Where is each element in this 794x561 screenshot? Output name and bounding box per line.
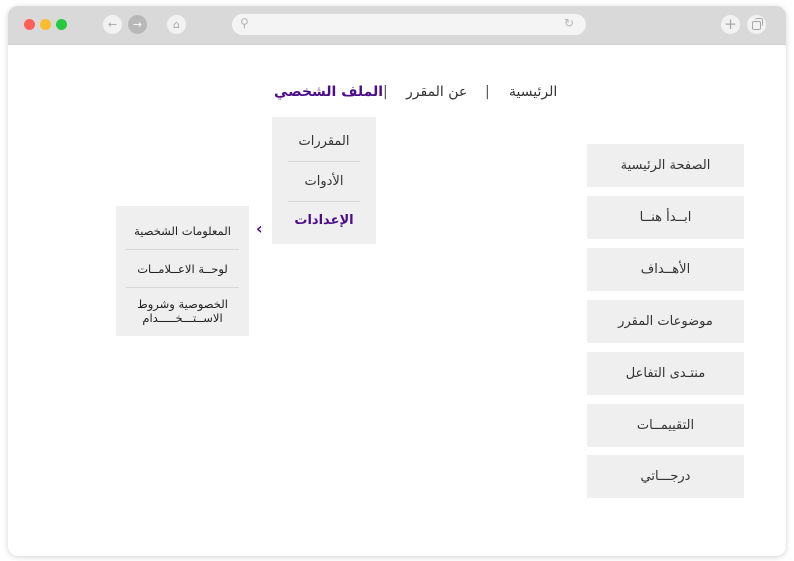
top-navigation: الرئيسية | عن المقرر | الملف الشخصي — [8, 84, 786, 108]
dropdown-item-courses[interactable]: المقررات — [288, 134, 360, 149]
submenu-item-notifications[interactable]: لوحــة الاعــلامــات — [122, 262, 243, 276]
chevron-left-icon: ‹ — [256, 219, 263, 238]
browser-window: ← → ⌂ ⚲ ↻ + الرئيسية | عن المقرر | الملف… — [8, 6, 786, 556]
sidebar-item-assessments[interactable]: التقييمــات — [587, 404, 744, 447]
tabs-icon[interactable] — [747, 15, 766, 34]
search-icon: ⚲ — [240, 16, 249, 30]
nav-separator: | — [383, 84, 388, 100]
nav-separator: | — [485, 84, 490, 100]
settings-submenu: المعلومات الشخصية لوحــة الاعــلامــات ا… — [116, 206, 249, 336]
arrow-left-icon[interactable]: ← — [103, 15, 122, 34]
dropdown-item-settings[interactable]: الإعدادات — [288, 213, 360, 228]
close-window-button[interactable] — [24, 19, 35, 30]
nav-about-course-link[interactable]: عن المقرر — [406, 84, 467, 100]
sidebar-item-forum[interactable]: منتـدى التفاعل — [587, 352, 744, 395]
minimize-window-button[interactable] — [40, 19, 51, 30]
dropdown-item-tools[interactable]: الأدوات — [288, 174, 360, 189]
maximize-window-button[interactable] — [56, 19, 67, 30]
arrow-right-icon[interactable]: → — [128, 15, 147, 34]
reload-icon[interactable]: ↻ — [564, 16, 574, 30]
sidebar-item-objectives[interactable]: الأهــداف — [587, 248, 744, 291]
profile-dropdown-menu: المقررات الأدوات الإعدادات — [272, 117, 376, 244]
plus-icon[interactable]: + — [721, 15, 740, 34]
submenu-item-personal-info[interactable]: المعلومات الشخصية — [122, 224, 243, 238]
sidebar-item-course-topics[interactable]: موضوعات المقرر — [587, 300, 744, 343]
nav-profile-link[interactable]: الملف الشخصي — [274, 84, 383, 100]
divider — [288, 161, 360, 162]
sidebar-item-grades[interactable]: درجـــاتي — [587, 455, 744, 498]
divider — [288, 201, 360, 202]
sidebar-item-start-here[interactable]: ابــدأ هنــا — [587, 196, 744, 239]
divider — [126, 249, 239, 250]
nav-home-link[interactable]: الرئيسية — [509, 84, 557, 100]
sidebar-item-home-page[interactable]: الصفحة الرئيسية — [587, 144, 744, 187]
browser-titlebar: ← → ⌂ ⚲ ↻ + — [8, 6, 786, 45]
address-bar[interactable]: ⚲ ↻ — [232, 14, 586, 35]
home-icon[interactable]: ⌂ — [167, 15, 186, 34]
submenu-item-privacy-terms[interactable]: الخصوصية وشروط الاســتـــخـــــدام — [122, 297, 243, 325]
divider — [126, 287, 239, 288]
